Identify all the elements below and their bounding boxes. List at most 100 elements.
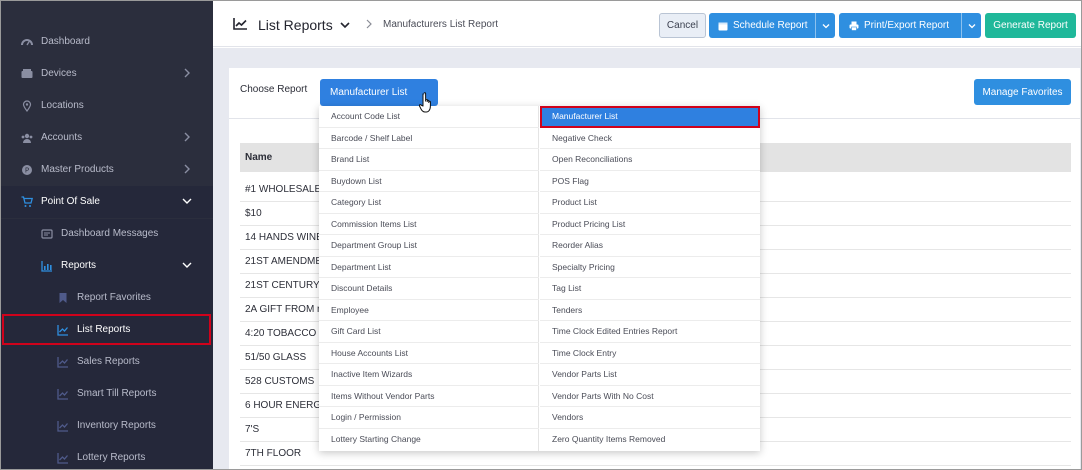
chevron-down-icon [182, 198, 192, 204]
schedule-report-button[interactable]: Schedule Report [709, 13, 835, 38]
sidebar-item-label: Dashboard Messages [61, 228, 159, 239]
dropdown-item[interactable]: Gift Card List [319, 321, 539, 343]
dropdown-item[interactable]: Vendor Parts With No Cost [540, 386, 760, 407]
table-cell: 7TH FLOOR [245, 448, 302, 459]
cancel-button[interactable]: Cancel [659, 13, 706, 38]
dropdown-item-label: Vendors [552, 412, 584, 422]
dashboard-icon [21, 36, 33, 48]
printer-icon [849, 21, 859, 31]
active-item-highlight [2, 314, 211, 345]
sidebar-item-reports[interactable]: Reports [1, 250, 213, 282]
dropdown-item-label: Buydown List [331, 175, 382, 186]
dropdown-item[interactable]: Commission Items List [319, 214, 539, 235]
dropdown-item-label: Specialty Pricing [552, 261, 615, 272]
sidebar-item-report-favorites[interactable]: Report Favorites [1, 282, 213, 314]
dropdown-item[interactable]: Product Pricing List [540, 214, 760, 235]
dropdown-item-label: Time Clock Entry [552, 347, 617, 358]
product-icon: P [21, 164, 33, 176]
line-chart-icon [233, 18, 247, 30]
sidebar-item-label: Dashboard [41, 36, 90, 47]
devices-icon [21, 68, 33, 80]
dropdown-item[interactable]: Tag List [540, 278, 760, 300]
location-pin-icon [21, 100, 33, 112]
sidebar-item-point-of-sale[interactable]: Point Of Sale [1, 186, 213, 218]
dropdown-item-label: Commission Items List [331, 218, 417, 229]
print-export-label: Print/Export Report [864, 20, 950, 31]
dropdown-item[interactable]: Negative Check [540, 128, 760, 149]
sidebar-item-dashboard[interactable]: Dashboard [1, 26, 213, 58]
sidebar-item-label: Point Of Sale [41, 196, 100, 207]
sidebar-item-lottery-reports[interactable]: Lottery Reports [1, 442, 213, 469]
dropdown-item[interactable]: Time Clock Edited Entries Report [540, 321, 760, 343]
chevron-down-icon[interactable] [340, 20, 350, 30]
dropdown-item[interactable]: Vendor Parts List [540, 364, 760, 386]
print-dropdown-toggle[interactable] [961, 13, 981, 38]
sidebar-item-accounts[interactable]: Accounts [1, 122, 213, 154]
sidebar-item-inventory-reports[interactable]: Inventory Reports [1, 410, 213, 442]
dropdown-item-label: Time Clock Edited Entries Report [552, 326, 678, 336]
message-icon [41, 228, 53, 240]
dropdown-item-label: Tag List [552, 283, 582, 293]
report-dropdown-menu: Account Code List Barcode / Shelf Label … [319, 106, 760, 451]
dropdown-item-label: Department Group List [331, 240, 417, 250]
sidebar-item-sales-reports[interactable]: Sales Reports [1, 346, 213, 378]
dropdown-item[interactable]: Time Clock Entry [540, 343, 760, 364]
sidebar-item-label: Smart Till Reports [77, 388, 157, 399]
sidebar-item-label: Locations [41, 100, 84, 111]
sidebar-item-devices[interactable]: Devices [1, 58, 213, 90]
dropdown-item[interactable]: House Accounts List [319, 343, 539, 364]
dropdown-item[interactable]: Category List [319, 192, 539, 214]
dropdown-item-selected[interactable]: Manufacturer List [540, 106, 760, 128]
dropdown-item[interactable]: Barcode / Shelf Label [319, 128, 539, 149]
page-title: List Reports [258, 17, 333, 33]
dropdown-item-label: Gift Card List [331, 326, 381, 336]
dropdown-item-label: Inactive Item Wizards [331, 369, 413, 379]
dropdown-item[interactable]: Buydown List [319, 171, 539, 192]
dropdown-item[interactable]: Items Without Vendor Parts [319, 386, 539, 407]
sidebar-item-locations[interactable]: Locations [1, 90, 213, 122]
chevron-right-icon [184, 68, 190, 78]
sidebar-item-master-products[interactable]: P Master Products [1, 154, 213, 186]
manage-favorites-button[interactable]: Manage Favorites [974, 79, 1071, 105]
dropdown-item-label: Vendor Parts List [552, 369, 617, 379]
dropdown-item[interactable]: Zero Quantity Items Removed [540, 429, 760, 451]
breadcrumb: Manufacturers List Report [383, 19, 499, 30]
dropdown-item[interactable]: Reorder Alias [540, 235, 760, 257]
dropdown-item[interactable]: Department Group List [319, 235, 539, 257]
dropdown-item[interactable]: Tenders [540, 300, 760, 321]
dropdown-item-label: House Accounts List [331, 347, 409, 358]
dropdown-item[interactable]: Product List [540, 192, 760, 214]
dropdown-item[interactable]: Login / Permission [319, 407, 539, 429]
chevron-right-icon [184, 132, 190, 142]
dropdown-item-label: Brand List [331, 154, 370, 164]
dropdown-item[interactable]: Employee [319, 300, 539, 321]
dropdown-item[interactable]: Specialty Pricing [540, 257, 760, 278]
line-chart-icon [57, 356, 69, 368]
dropdown-item[interactable]: POS Flag [540, 171, 760, 192]
generate-report-button[interactable]: Generate Report [985, 13, 1076, 38]
dropdown-item[interactable]: Department List [319, 257, 539, 278]
line-chart-icon [57, 388, 69, 400]
print-export-button[interactable]: Print/Export Report [839, 13, 981, 38]
dropdown-item[interactable]: Lottery Starting Change [319, 429, 539, 451]
column-header-name[interactable]: Name [245, 152, 272, 163]
dropdown-item[interactable]: Discount Details [319, 278, 539, 300]
dropdown-item[interactable]: Vendors [540, 407, 760, 429]
schedule-dropdown-toggle[interactable] [815, 13, 835, 38]
sidebar-item-smart-till-reports[interactable]: Smart Till Reports [1, 378, 213, 410]
line-chart-icon [57, 452, 69, 464]
sidebar-item-dashboard-messages[interactable]: Dashboard Messages [1, 218, 213, 250]
table-cell: 51/50 GLASS [245, 352, 307, 363]
table-cell: 2A GIFT FROM r [245, 304, 321, 315]
sidebar-item-label: Accounts [41, 132, 83, 143]
dropdown-item[interactable]: Inactive Item Wizards [319, 364, 539, 386]
dropdown-item-label: Department List [331, 261, 391, 272]
sidebar-item-label: Lottery Reports [77, 452, 146, 463]
dropdown-item[interactable]: Open Reconciliations [540, 149, 760, 171]
dropdown-item-label: Category List [331, 197, 382, 207]
table-cell: 7'S [245, 424, 260, 435]
dropdown-item[interactable]: Brand List [319, 149, 539, 171]
table-cell: 4:20 TOBACCO [245, 328, 317, 339]
bookmark-icon [57, 292, 69, 304]
chevron-down-icon [968, 23, 975, 28]
